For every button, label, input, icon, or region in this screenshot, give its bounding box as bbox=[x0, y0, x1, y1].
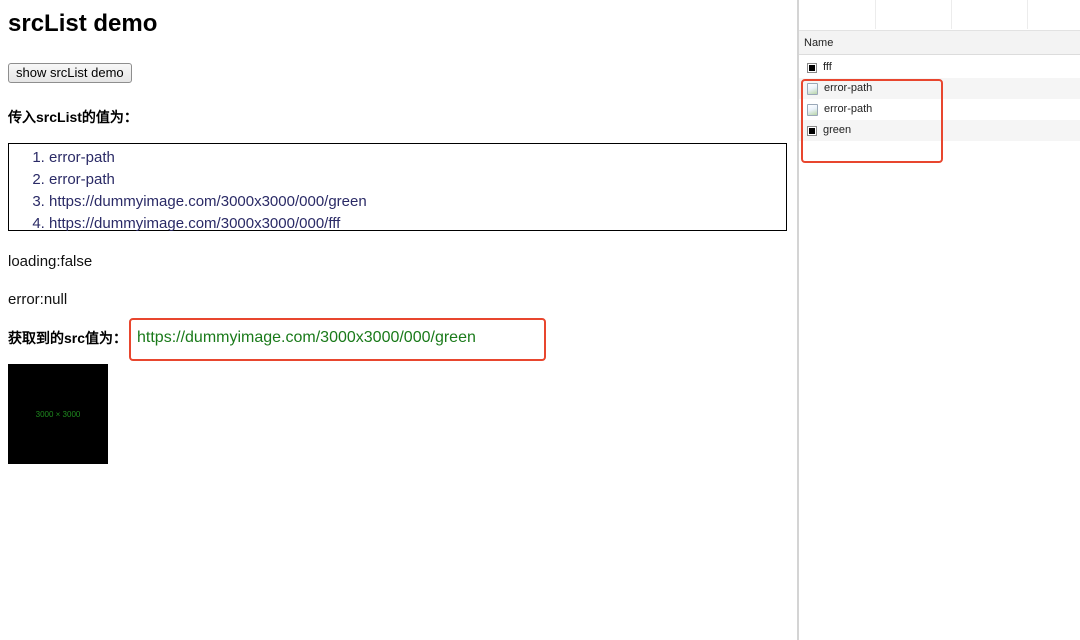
loading-status: loading:false bbox=[8, 253, 93, 270]
list-item: https://dummyimage.com/3000x3000/000/fff bbox=[49, 213, 786, 235]
show-srclist-button[interactable]: show srcList demo bbox=[8, 63, 132, 83]
toolbar-divider bbox=[951, 0, 952, 29]
request-name: fff bbox=[823, 61, 832, 73]
demo-page: srcList demo show srcList demo 传入srcList… bbox=[0, 0, 797, 640]
page: srcList demo show srcList demo 传入srcList… bbox=[0, 0, 1080, 640]
devtools-network-panel: Name fff error-path error-path green bbox=[797, 0, 1080, 640]
highlight-box-src bbox=[129, 318, 546, 361]
list-item: https://dummyimage.com/3000x3000/000/gre… bbox=[49, 191, 786, 213]
toolbar-divider bbox=[875, 0, 876, 29]
error-status: error:null bbox=[8, 291, 68, 308]
toolbar-divider bbox=[1027, 0, 1028, 29]
srclist-heading: 传入srcList的值为： bbox=[8, 109, 138, 125]
preview-image-label: 3000 × 3000 bbox=[35, 409, 81, 419]
request-row[interactable]: fff bbox=[799, 57, 1080, 78]
column-header-name[interactable]: Name bbox=[799, 31, 1080, 55]
page-title: srcList demo bbox=[8, 10, 158, 37]
black-square-icon bbox=[807, 62, 817, 73]
resolved-src-row: 获取到的src值为： https://dummyimage.com/3000x3… bbox=[8, 327, 476, 349]
resolved-src-label: 获取到的src值为： bbox=[8, 330, 128, 346]
preview-image: 3000 × 3000 bbox=[8, 364, 108, 464]
highlight-box-requests bbox=[801, 79, 943, 163]
srclist-list: error-path error-path https://dummyimage… bbox=[8, 143, 787, 232]
list-item: error-path bbox=[49, 169, 786, 191]
list-item: error-path bbox=[49, 147, 786, 169]
devtools-toolbar bbox=[799, 0, 1080, 31]
